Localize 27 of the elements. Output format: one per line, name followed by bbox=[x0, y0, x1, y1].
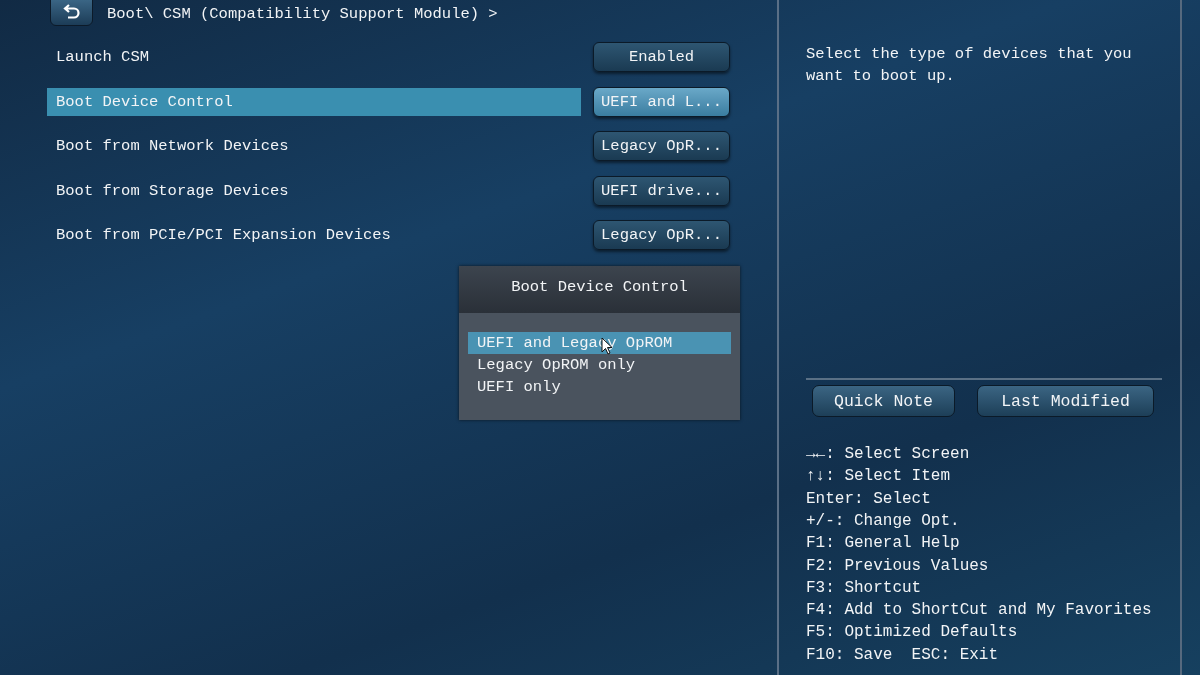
key-hint: F2: Previous Values bbox=[806, 555, 990, 577]
setting-value-button[interactable]: Legacy OpR... bbox=[593, 131, 730, 161]
setting-label[interactable]: Boot from Storage Devices bbox=[47, 176, 581, 205]
key-hint: +/-: Change Opt. bbox=[806, 510, 961, 532]
key-hint: F4: Add to ShortCut and My Favorites bbox=[806, 600, 1153, 622]
key-hint: ↑↓: Select Item bbox=[806, 466, 952, 488]
panel-button[interactable]: Last Modified bbox=[977, 385, 1154, 418]
back-button[interactable] bbox=[50, 0, 93, 26]
setting-value-button[interactable]: UEFI drive... bbox=[593, 175, 730, 206]
key-hint: Enter: Select bbox=[806, 488, 932, 510]
panel-button[interactable]: Quick Note bbox=[812, 385, 955, 418]
key-hint: F1: General Help bbox=[806, 533, 961, 555]
setting-label[interactable]: Launch CSM bbox=[47, 43, 581, 71]
breadcrumb-title: Boot\ CSM (Compatibility Support Module) > bbox=[107, 5, 498, 23]
dropdown-option[interactable]: UEFI only bbox=[468, 376, 731, 398]
help-description: Select the type of devices that you want to boot up. bbox=[806, 44, 1133, 87]
setting-value-button[interactable]: Enabled bbox=[593, 42, 730, 72]
key-hint: F5: Optimized Defaults bbox=[806, 622, 1019, 644]
dropdown-title: Boot Device Control bbox=[459, 266, 740, 313]
key-hint: →←: Select Screen bbox=[806, 444, 971, 466]
setting-value-button[interactable]: Legacy OpR... bbox=[593, 220, 730, 250]
setting-label[interactable]: Boot from PCIe/PCI Expansion Devices bbox=[47, 221, 581, 249]
setting-label[interactable]: Boot from Network Devices bbox=[47, 132, 581, 160]
back-arrow-icon bbox=[62, 3, 81, 19]
key-hint: F10: Save ESC: Exit bbox=[806, 644, 1000, 666]
key-hint: F3: Shortcut bbox=[806, 577, 923, 599]
dropdown-option[interactable]: Legacy OpROM only bbox=[468, 354, 731, 376]
